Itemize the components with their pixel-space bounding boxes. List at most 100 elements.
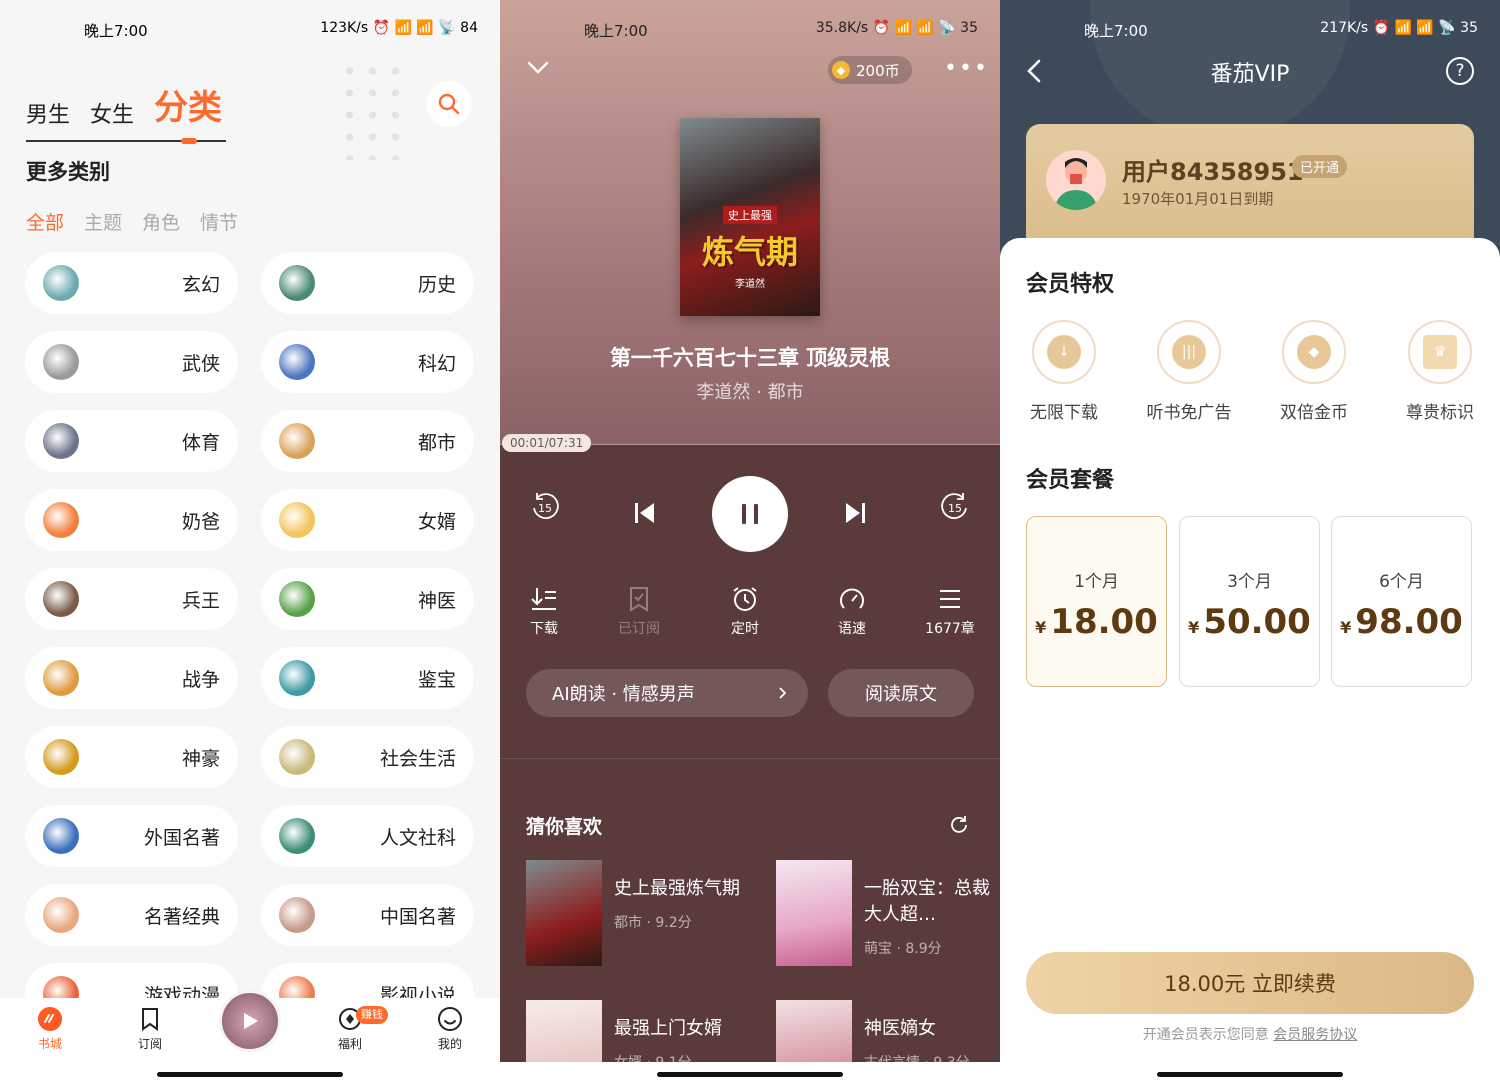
search-button[interactable]: [426, 81, 472, 127]
category-item[interactable]: 名著经典: [25, 884, 238, 946]
filter-plot[interactable]: 情节: [200, 208, 238, 235]
subscribed-button[interactable]: 已订阅: [609, 586, 669, 638]
category-item[interactable]: 历史: [261, 252, 474, 314]
rewind-15-icon[interactable]: 15: [528, 490, 562, 524]
category-label: 奶爸: [181, 510, 220, 533]
subscribed-icon: [630, 587, 648, 612]
rec-item[interactable]: 一胎双宝：总裁大人超… 萌宝 · 8.9分: [776, 860, 1000, 970]
ai-voice-button[interactable]: AI朗读 · 情感男声: [526, 669, 808, 717]
help-icon[interactable]: ?: [1446, 57, 1474, 85]
nav-mine[interactable]: 我的: [420, 1006, 480, 1052]
privilege-badge[interactable]: ♛ 尊贵标识: [1390, 320, 1490, 423]
profile-icon: [438, 1007, 462, 1031]
plan-price-value: 18.00: [1050, 602, 1158, 642]
category-item[interactable]: 中国名著: [261, 884, 474, 946]
plan-price: ¥98.00: [1332, 602, 1471, 642]
tab-female[interactable]: 女生: [90, 97, 134, 129]
rec-title: 史上最强炼气期: [614, 878, 740, 899]
privilege-no-ads[interactable]: ||| 听书免广告: [1139, 320, 1239, 423]
nav-bookcity-label: 书城: [37, 1037, 62, 1051]
progress-time[interactable]: 00:01/07:31: [502, 434, 592, 452]
more-icon[interactable]: •••: [944, 56, 989, 81]
category-icon: [43, 344, 79, 380]
category-icon: [279, 739, 315, 775]
pause-button[interactable]: [712, 476, 788, 552]
category-item[interactable]: 科幻: [261, 331, 474, 393]
read-original-button[interactable]: 阅读原文: [828, 669, 974, 717]
privilege-ring: ◆: [1282, 320, 1346, 384]
category-item[interactable]: 神豪: [25, 726, 238, 788]
category-item[interactable]: 鉴宝: [261, 647, 474, 709]
timer-button[interactable]: 定时: [715, 586, 775, 638]
category-item[interactable]: 社会生活: [261, 726, 474, 788]
filter-theme[interactable]: 主题: [84, 208, 122, 235]
category-item[interactable]: 兵王: [25, 568, 238, 630]
mini-player-button[interactable]: [219, 990, 281, 1052]
category-item[interactable]: 玄幻: [25, 252, 238, 314]
currency-symbol: ¥: [1035, 618, 1047, 637]
privilege-label: 尊贵标识: [1406, 403, 1474, 423]
category-label: 名著经典: [143, 905, 220, 928]
category-label: 科幻: [417, 352, 456, 375]
service-agreement-link[interactable]: 会员服务协议: [1273, 1027, 1357, 1043]
filter-tabs: 全部 主题 角色 情节: [26, 208, 238, 235]
category-item[interactable]: 体育: [25, 410, 238, 472]
collapse-chevron-icon[interactable]: [526, 56, 550, 80]
next-icon[interactable]: [842, 500, 868, 526]
category-item[interactable]: 人文社科: [261, 805, 474, 867]
category-item[interactable]: 女婿: [261, 489, 474, 551]
privilege-download[interactable]: ↓ 无限下载: [1014, 320, 1114, 423]
agreement-prefix: 开通会员表示您同意: [1142, 1027, 1269, 1043]
tab-category[interactable]: 分类: [154, 80, 222, 129]
coin-balance[interactable]: ◆ 200币: [828, 56, 912, 84]
search-icon: [438, 93, 460, 115]
category-icon: [43, 739, 79, 775]
status-time: 晚上7:00: [584, 22, 648, 40]
status-time: 晚上7:00: [1084, 22, 1148, 40]
expire-date: 1970年01月01日到期: [1122, 190, 1274, 208]
plan-1-month[interactable]: 1个月 ¥18.00: [1026, 516, 1167, 687]
download-button[interactable]: 下载: [514, 586, 574, 638]
status-time: 晚上7:00: [84, 22, 148, 40]
category-label: 神豪: [181, 747, 220, 770]
category-icon: [279, 265, 315, 301]
subscribed-label: 已订阅: [618, 621, 660, 637]
category-item[interactable]: 战争: [25, 647, 238, 709]
refresh-icon[interactable]: [948, 814, 970, 836]
forward-15-icon[interactable]: 15: [938, 490, 972, 524]
category-label: 外国名著: [143, 826, 220, 849]
coin-icon: ◆: [1297, 335, 1331, 369]
category-icon: [43, 502, 79, 538]
previous-icon[interactable]: [632, 500, 658, 526]
category-label: 都市: [417, 431, 456, 454]
privilege-ring: ♛: [1408, 320, 1472, 384]
filter-role[interactable]: 角色: [142, 208, 180, 235]
category-icon: [279, 897, 315, 933]
rec-meta: 萌宝 · 8.9分: [864, 941, 942, 957]
tab-male[interactable]: 男生: [26, 97, 70, 129]
renew-button[interactable]: 18.00元 立即续费: [1026, 952, 1474, 1014]
svg-text:15: 15: [538, 502, 552, 515]
rec-title: 神医嫡女: [864, 1018, 936, 1039]
rec-cover: [776, 860, 852, 966]
chapters-button[interactable]: 1677章: [920, 586, 980, 638]
category-item[interactable]: 外国名著: [25, 805, 238, 867]
rec-cover: [526, 860, 602, 966]
category-item[interactable]: 神医: [261, 568, 474, 630]
category-item[interactable]: 武侠: [25, 331, 238, 393]
plan-price: ¥50.00: [1180, 602, 1319, 642]
category-item[interactable]: 都市: [261, 410, 474, 472]
rec-item[interactable]: 史上最强炼气期 都市 · 9.2分: [526, 860, 756, 970]
bookcity-icon: [38, 1007, 62, 1031]
section-title: 更多类别: [26, 160, 110, 184]
plan-duration: 1个月: [1074, 572, 1119, 592]
privilege-double-coins[interactable]: ◆ 双倍金币: [1264, 320, 1364, 423]
category-item[interactable]: 奶爸: [25, 489, 238, 551]
filter-all[interactable]: 全部: [26, 208, 64, 235]
speed-button[interactable]: 语速: [822, 586, 882, 638]
plan-6-months[interactable]: 6个月 ¥98.00: [1331, 516, 1472, 687]
home-indicator: [157, 1072, 343, 1077]
plan-3-months[interactable]: 3个月 ¥50.00: [1179, 516, 1320, 687]
nav-subscribe[interactable]: 订阅: [120, 1006, 180, 1052]
nav-bookcity[interactable]: 书城: [20, 1006, 80, 1052]
